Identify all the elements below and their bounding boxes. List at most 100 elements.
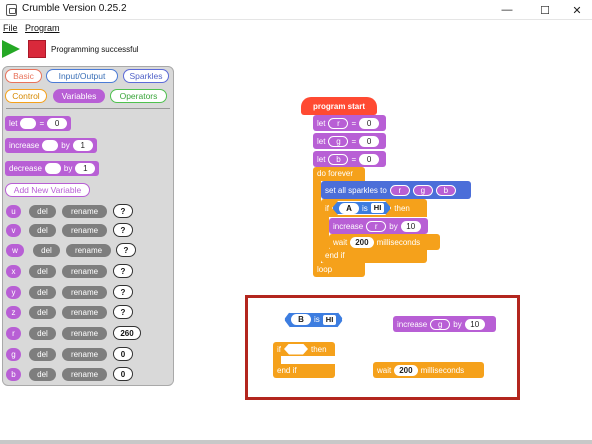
empty-condition-slot[interactable] [284, 344, 308, 355]
wait-value[interactable]: 200 [394, 364, 418, 376]
loose-if-block[interactable]: if then [273, 342, 335, 356]
run-icon[interactable] [2, 40, 20, 58]
value-field[interactable]: 10 [400, 220, 421, 232]
value-field[interactable]: 10 [464, 318, 485, 330]
by-label: by [453, 319, 462, 329]
variable-pill[interactable]: u [6, 205, 21, 218]
tab-input-output[interactable]: Input/Output [46, 69, 118, 83]
rename-button[interactable]: rename [66, 244, 111, 257]
increase-by: by [61, 141, 70, 150]
variable-slot[interactable]: g [412, 184, 433, 196]
add-new-variable-button[interactable]: Add New Variable [5, 183, 90, 197]
del-button[interactable]: del [29, 368, 56, 381]
rename-button[interactable]: rename [62, 224, 107, 237]
variable-value: ? [113, 204, 133, 218]
value-field[interactable]: 0 [359, 117, 380, 129]
condition-var[interactable]: A [339, 203, 359, 214]
let-label: let [317, 118, 326, 128]
rename-button[interactable]: rename [62, 348, 107, 361]
then-label: then [311, 344, 327, 354]
variable-slot[interactable]: r [389, 184, 410, 196]
do-forever-arm [313, 181, 321, 263]
condition-block[interactable]: A is HI [332, 201, 391, 215]
variable-slot[interactable] [44, 163, 61, 174]
del-button[interactable]: del [29, 224, 56, 237]
end-if-label: end if [277, 366, 297, 375]
variable-pill[interactable]: r [6, 327, 21, 340]
loose-wait-block[interactable]: wait 200 milliseconds [373, 362, 484, 378]
variable-pill[interactable]: g [6, 348, 21, 361]
tab-sparkles[interactable]: Sparkles [123, 69, 169, 83]
variable-pill[interactable]: x [6, 265, 21, 278]
wait-label: wait [377, 365, 392, 375]
rename-button[interactable]: rename [62, 306, 107, 319]
variable-pill[interactable]: b [6, 368, 21, 381]
rename-button[interactable]: rename [62, 265, 107, 278]
variable-slot[interactable]: g [430, 318, 451, 330]
del-button[interactable]: del [33, 244, 60, 257]
del-button[interactable]: del [29, 306, 56, 319]
del-button[interactable]: del [29, 265, 56, 278]
variable-slot[interactable] [20, 118, 37, 129]
state-field[interactable]: HI [371, 203, 385, 213]
rename-button[interactable]: rename [62, 205, 107, 218]
tab-control[interactable]: Control [5, 89, 47, 103]
stop-icon[interactable] [28, 40, 46, 58]
decrease-value[interactable]: 1 [75, 163, 96, 174]
decrease-block[interactable]: decrease by 1 [5, 161, 100, 176]
tab-operators[interactable]: Operators [110, 89, 167, 103]
variable-slot[interactable]: r [366, 220, 387, 232]
variable-pill[interactable]: y [6, 286, 21, 299]
increase-label: increase [397, 319, 428, 329]
maximize-button[interactable]: ☐ [528, 0, 562, 20]
tab-variables[interactable]: Variables [53, 89, 105, 103]
value-field[interactable]: 0 [359, 135, 380, 147]
increase-label: increase [333, 221, 364, 231]
increase-g-block[interactable]: increase g by 10 [393, 316, 496, 332]
wait-block[interactable]: wait 200 milliseconds [329, 234, 440, 250]
state-field[interactable]: HI [323, 315, 337, 325]
condition-var[interactable]: B [291, 314, 311, 325]
increase-r-block[interactable]: increase r by 10 [329, 218, 428, 234]
wait-value[interactable]: 200 [350, 236, 374, 248]
variable-slot[interactable]: r [328, 117, 349, 129]
let-block[interactable]: let = 0 [5, 116, 72, 131]
let-g-block[interactable]: let g = 0 [313, 133, 386, 149]
if-block[interactable]: if A is HI then [321, 199, 427, 217]
wait-label: wait [333, 237, 348, 247]
set-all-sparkles-block[interactable]: set all sparkles to r g b [321, 181, 471, 199]
del-button[interactable]: del [29, 327, 56, 340]
variable-slot[interactable]: b [435, 184, 456, 196]
increase-block[interactable]: increase by 1 [5, 138, 97, 153]
value-field[interactable]: 0 [359, 153, 380, 165]
tab-basic[interactable]: Basic [5, 69, 42, 83]
rename-button[interactable]: rename [62, 368, 107, 381]
b-is-hi-block[interactable]: B is HI [284, 309, 343, 328]
variable-slot[interactable] [42, 140, 59, 151]
variable-pill[interactable]: v [6, 224, 21, 237]
variable-value: ? [113, 264, 133, 278]
variable-slot[interactable]: g [328, 135, 349, 147]
program-start-block[interactable]: program start [301, 97, 377, 115]
end-if-label: end if [325, 251, 345, 260]
variable-slot[interactable]: b [328, 153, 349, 165]
let-value[interactable]: 0 [47, 118, 68, 129]
let-b-block[interactable]: let b = 0 [313, 151, 386, 167]
window-title: Crumble Version 0.25.2 [22, 3, 127, 14]
del-button[interactable]: del [29, 205, 56, 218]
close-button[interactable]: ✕ [560, 0, 592, 20]
variable-pill[interactable]: w [6, 244, 24, 257]
let-r-block[interactable]: let r = 0 [313, 115, 386, 131]
variable-value: 0 [113, 347, 133, 361]
variable-pill[interactable]: z [6, 306, 21, 319]
increase-value[interactable]: 1 [72, 140, 93, 151]
minimize-button[interactable]: — [490, 0, 524, 20]
rename-button[interactable]: rename [62, 286, 107, 299]
wait-unit: milliseconds [376, 237, 421, 247]
menu-bar: File Program [0, 21, 592, 35]
menu-file[interactable]: File [3, 23, 18, 33]
del-button[interactable]: del [29, 286, 56, 299]
rename-button[interactable]: rename [62, 327, 107, 340]
del-button[interactable]: del [29, 348, 56, 361]
menu-program[interactable]: Program [25, 23, 60, 33]
